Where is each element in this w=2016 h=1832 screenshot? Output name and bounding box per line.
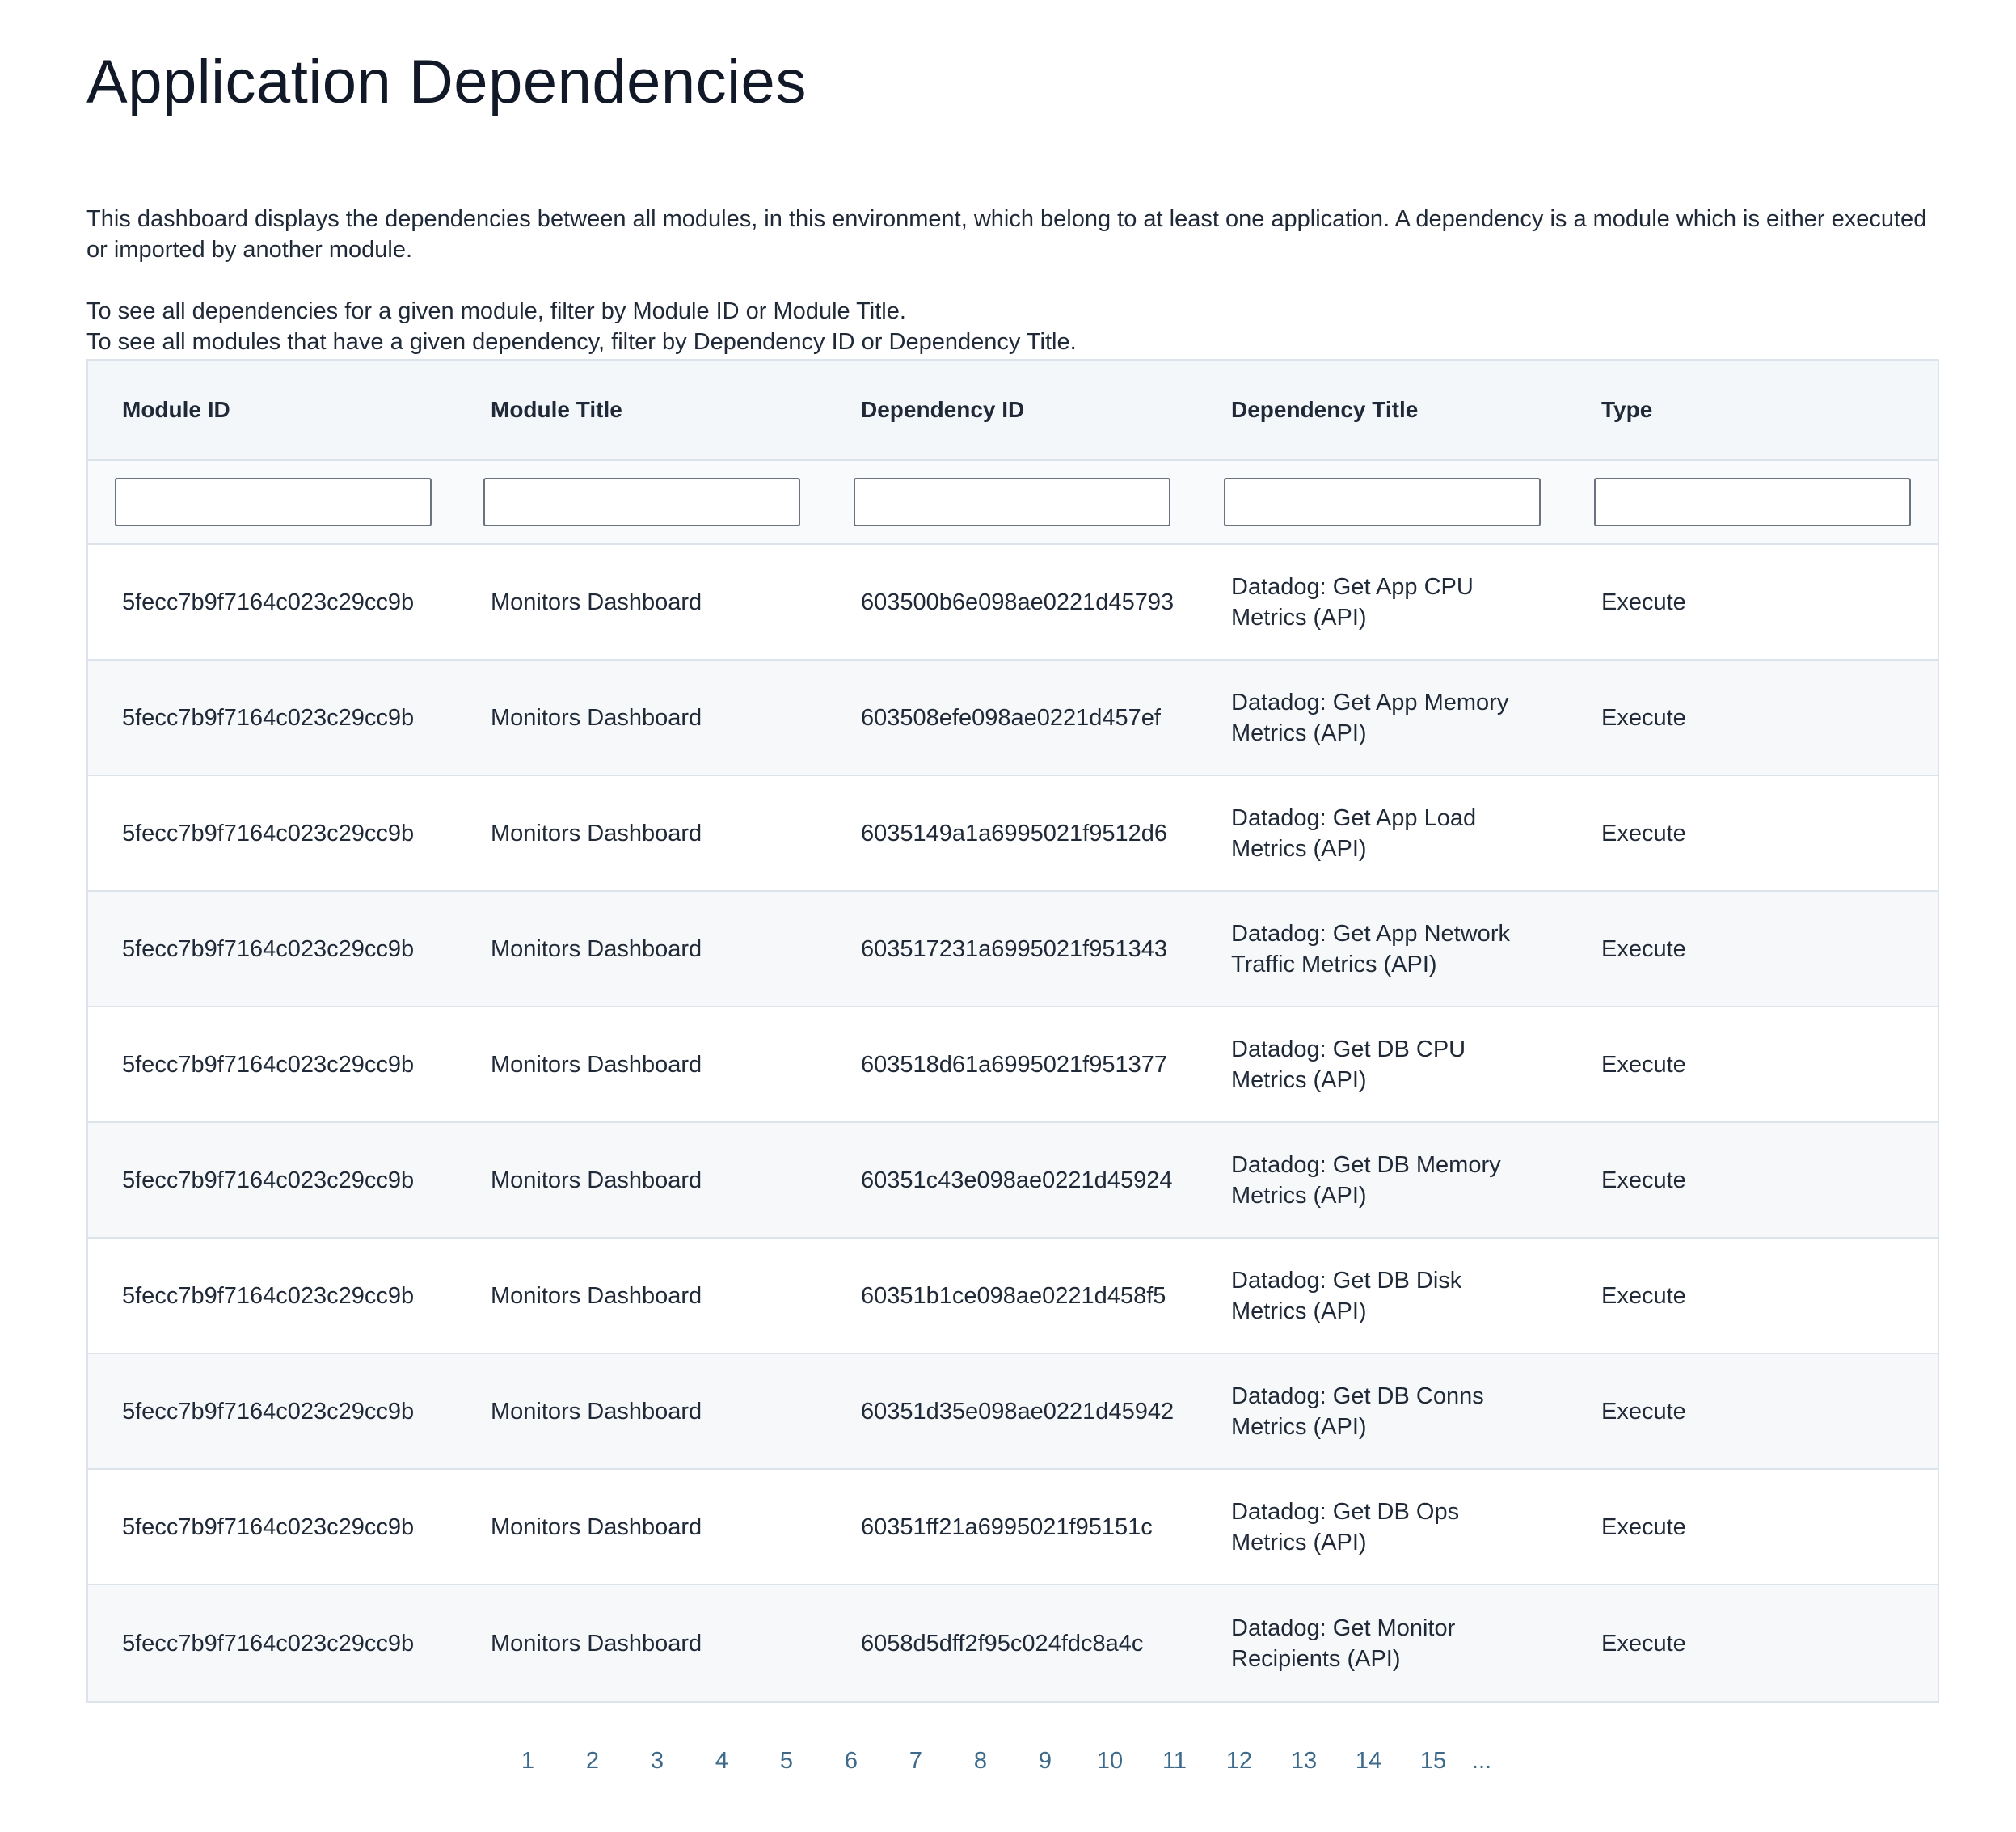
module-title-cell: Monitors Dashboard (491, 820, 702, 846)
description-line: To see all modules that have a given dep… (86, 329, 1077, 355)
module-id-cell: 5fecc7b9f7164c023c29cc9b (122, 1282, 415, 1309)
dependencies-table: Module ID Module Title Dependency ID Dep… (86, 359, 1939, 1703)
module-title-cell: Monitors Dashboard (491, 704, 702, 731)
dependency-id-cell: 60351c43e098ae0221d45924 (861, 1167, 1173, 1193)
module-title-cell: Monitors Dashboard (491, 589, 702, 615)
dependency-id-cell: 60351b1ce098ae0221d458f5 (861, 1282, 1166, 1309)
dependency-id-cell: 60351ff21a6995021f95151c (861, 1513, 1153, 1540)
module-title-cell: Monitors Dashboard (491, 1282, 702, 1309)
table-row: 5fecc7b9f7164c023c29cc9b Monitors Dashboa… (88, 661, 1938, 776)
page-link-8[interactable]: 8 (948, 1748, 1013, 1775)
pagination: 1 2 3 4 5 6 7 8 9 10 11 12 13 14 15... (86, 1748, 1939, 1775)
table-row: 5fecc7b9f7164c023c29cc9b Monitors Dashboa… (88, 892, 1938, 1007)
type-cell: Execute (1601, 704, 1686, 731)
page-description: This dashboard displays the dependencies… (86, 204, 1939, 357)
table-body: 5fecc7b9f7164c023c29cc9b Monitors Dashboa… (88, 545, 1938, 1701)
page-link-5[interactable]: 5 (754, 1748, 819, 1775)
dependency-id-cell: 6058d5dff2f95c024fdc8a4c (861, 1630, 1144, 1657)
type-cell: Execute (1601, 1630, 1686, 1657)
page-link-2[interactable]: 2 (560, 1748, 625, 1775)
dependency-title-cell: Datadog: Get App Load Metrics (API) (1231, 804, 1477, 862)
dependency-id-cell: 603500b6e098ae0221d45793 (861, 589, 1175, 615)
table-row: 5fecc7b9f7164c023c29cc9b Monitors Dashboa… (88, 1585, 1938, 1701)
dependency-title-cell: Datadog: Get DB Ops Metrics (API) (1231, 1498, 1460, 1556)
page-link-10[interactable]: 10 (1078, 1748, 1142, 1775)
dependency-id-cell: 6035149a1a6995021f9512d6 (861, 820, 1168, 846)
module-id-cell: 5fecc7b9f7164c023c29cc9b (122, 935, 415, 962)
module-title-cell: Monitors Dashboard (491, 1398, 702, 1425)
type-cell: Execute (1601, 935, 1686, 962)
page-link-6[interactable]: 6 (819, 1748, 884, 1775)
table-row: 5fecc7b9f7164c023c29cc9b Monitors Dashboa… (88, 1470, 1938, 1585)
dependency-id-cell: 60351d35e098ae0221d45942 (861, 1398, 1175, 1425)
module-title-filter-input[interactable] (483, 478, 800, 526)
module-id-filter-input[interactable] (115, 478, 432, 526)
page-link-4[interactable]: 4 (690, 1748, 754, 1775)
dependency-title-cell: Datadog: Get Monitor Recipients (API) (1231, 1615, 1456, 1672)
table-row: 5fecc7b9f7164c023c29cc9b Monitors Dashboa… (88, 776, 1938, 892)
table-row: 5fecc7b9f7164c023c29cc9b Monitors Dashboa… (88, 1354, 1938, 1470)
column-header-type[interactable]: Type (1567, 397, 1938, 423)
page-link-14[interactable]: 14 (1336, 1748, 1401, 1775)
module-title-cell: Monitors Dashboard (491, 1630, 702, 1657)
dependency-id-filter-input[interactable] (854, 478, 1170, 526)
table-row: 5fecc7b9f7164c023c29cc9b Monitors Dashboa… (88, 1123, 1938, 1239)
type-cell: Execute (1601, 1513, 1686, 1540)
module-id-cell: 5fecc7b9f7164c023c29cc9b (122, 1630, 415, 1657)
dependency-title-cell: Datadog: Get App Network Traffic Metrics… (1231, 920, 1510, 977)
dependency-title-cell: Datadog: Get App Memory Metrics (API) (1231, 689, 1509, 746)
type-cell: Execute (1601, 1398, 1686, 1425)
type-cell: Execute (1601, 1051, 1686, 1078)
module-title-cell: Monitors Dashboard (491, 935, 702, 962)
page-link-12[interactable]: 12 (1207, 1748, 1272, 1775)
module-id-cell: 5fecc7b9f7164c023c29cc9b (122, 820, 415, 846)
column-header-dependency-id[interactable]: Dependency ID (827, 397, 1197, 423)
page-link-11[interactable]: 11 (1142, 1748, 1207, 1775)
page-link-15[interactable]: 15 (1401, 1748, 1466, 1775)
module-id-cell: 5fecc7b9f7164c023c29cc9b (122, 1167, 415, 1193)
dependency-id-cell: 603508efe098ae0221d457ef (861, 704, 1161, 731)
page-link-1[interactable]: 1 (496, 1748, 560, 1775)
module-id-cell: 5fecc7b9f7164c023c29cc9b (122, 1513, 415, 1540)
module-id-cell: 5fecc7b9f7164c023c29cc9b (122, 1398, 415, 1425)
description-paragraph: This dashboard displays the dependencies… (86, 206, 1927, 263)
type-cell: Execute (1601, 1282, 1686, 1309)
module-title-cell: Monitors Dashboard (491, 1051, 702, 1078)
page-link-13[interactable]: 13 (1272, 1748, 1336, 1775)
page-link-3[interactable]: 3 (625, 1748, 690, 1775)
column-header-module-title[interactable]: Module Title (457, 397, 827, 423)
module-id-cell: 5fecc7b9f7164c023c29cc9b (122, 589, 415, 615)
description-line: To see all dependencies for a given modu… (86, 298, 906, 324)
page-link-9[interactable]: 9 (1013, 1748, 1078, 1775)
module-title-cell: Monitors Dashboard (491, 1513, 702, 1540)
dependency-title-cell: Datadog: Get DB Conns Metrics (API) (1231, 1382, 1484, 1440)
page-title: Application Dependencies (86, 48, 807, 116)
dependency-id-cell: 603517231a6995021f951343 (861, 935, 1168, 962)
table-filter-row (88, 461, 1938, 545)
table-header-row: Module ID Module Title Dependency ID Dep… (88, 361, 1938, 461)
table-row: 5fecc7b9f7164c023c29cc9b Monitors Dashboa… (88, 1239, 1938, 1354)
dependency-title-cell: Datadog: Get DB Disk Metrics (API) (1231, 1267, 1462, 1324)
module-id-cell: 5fecc7b9f7164c023c29cc9b (122, 1051, 415, 1078)
pagination-ellipsis[interactable]: ... (1466, 1748, 1498, 1775)
type-cell: Execute (1601, 589, 1686, 615)
dependency-title-filter-input[interactable] (1224, 478, 1541, 526)
dependency-title-cell: Datadog: Get DB CPU Metrics (API) (1231, 1036, 1466, 1093)
column-header-dependency-title[interactable]: Dependency Title (1197, 397, 1567, 423)
type-filter-input[interactable] (1594, 478, 1911, 526)
table-row: 5fecc7b9f7164c023c29cc9b Monitors Dashboa… (88, 1007, 1938, 1123)
table-row: 5fecc7b9f7164c023c29cc9b Monitors Dashboa… (88, 545, 1938, 661)
page-link-7[interactable]: 7 (884, 1748, 948, 1775)
dependency-title-cell: Datadog: Get App CPU Metrics (API) (1231, 573, 1474, 631)
column-header-module-id[interactable]: Module ID (88, 397, 457, 423)
module-title-cell: Monitors Dashboard (491, 1167, 702, 1193)
dependency-title-cell: Datadog: Get DB Memory Metrics (API) (1231, 1151, 1501, 1209)
page: Application Dependencies This dashboard … (86, 0, 1939, 1774)
type-cell: Execute (1601, 820, 1686, 846)
type-cell: Execute (1601, 1167, 1686, 1193)
module-id-cell: 5fecc7b9f7164c023c29cc9b (122, 704, 415, 731)
dependency-id-cell: 603518d61a6995021f951377 (861, 1051, 1168, 1078)
